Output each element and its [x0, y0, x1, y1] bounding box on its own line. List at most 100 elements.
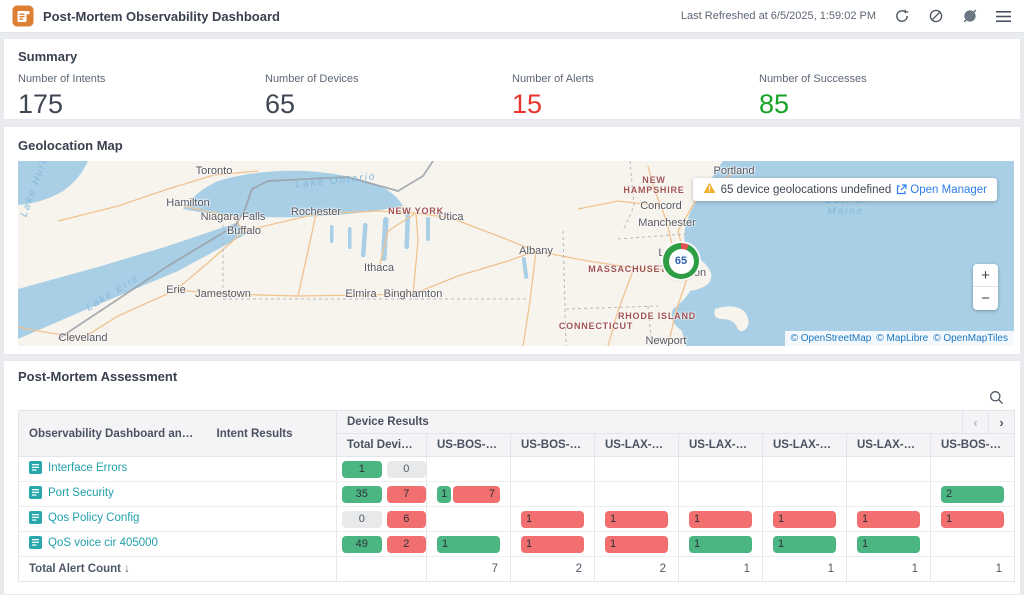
- metric-label: Number of Devices: [265, 73, 512, 85]
- summary-title: Summary: [18, 49, 1006, 64]
- top-bar: Post-Mortem Observability Dashboard Last…: [0, 0, 1024, 33]
- attribution-openmaptiles-link[interactable]: © OpenMapTiles: [933, 333, 1008, 344]
- geolocation-map-card: Geolocation Map: [3, 126, 1021, 355]
- map-city-label: Toronto: [196, 165, 233, 177]
- device-result-cell: [679, 457, 763, 482]
- map-city-label: Hamilton: [166, 197, 209, 209]
- attribution-maplibre-link[interactable]: © MapLibre: [876, 333, 928, 344]
- device-cluster-marker[interactable]: 65: [663, 243, 699, 279]
- report-icon: [12, 5, 34, 27]
- metric-label: Number of Successes: [759, 73, 1006, 85]
- total-alert-count-value: 2: [511, 557, 595, 582]
- open-manager-link[interactable]: Open Manager: [896, 184, 987, 196]
- metric-label: Number of Intents: [18, 73, 265, 85]
- map-city-label: Portland: [714, 165, 755, 177]
- device-result-cell: 1: [847, 532, 931, 557]
- column-header-device[interactable]: US-LAX-SW01: [847, 434, 931, 457]
- total-alert-count-label[interactable]: Total Alert Count ↓: [19, 557, 337, 582]
- device-result-cell: 1: [763, 507, 847, 532]
- total-alert-count-value: 1: [763, 557, 847, 582]
- device-result-cell: 1: [595, 532, 679, 557]
- summary-card: Summary Number of Intents 175 Number of …: [3, 38, 1021, 120]
- map-city-label: Erie: [166, 284, 186, 296]
- annotate-off-icon[interactable]: [961, 8, 978, 25]
- device-result-segment-red: 1: [941, 511, 1004, 528]
- table-row: QoS voice cir 405000 492 111111: [19, 532, 1015, 557]
- zoom-out-button[interactable]: −: [973, 287, 998, 310]
- intent-results-cell: [207, 532, 337, 557]
- map-state-label: NEW YORK: [388, 206, 444, 216]
- map-city-label: Ithaca: [364, 262, 394, 274]
- search-icon[interactable]: [986, 387, 1006, 407]
- dashboard-row-link[interactable]: QoS voice cir 405000: [29, 536, 158, 549]
- column-header-device[interactable]: US-LAX-R02: [595, 434, 679, 457]
- total-alert-count-value: 2: [595, 557, 679, 582]
- column-header-device[interactable]: US-BOS-SW3: [931, 434, 1015, 457]
- metric-intents: Number of Intents 175: [18, 73, 265, 119]
- zoom-in-button[interactable]: +: [973, 264, 998, 287]
- total-pill-red: 6: [387, 511, 427, 528]
- map-city-label: Buffalo: [227, 225, 261, 237]
- geolocation-warning-badge: 65 device geolocations undefined Open Ma…: [693, 178, 997, 201]
- metric-alerts: Number of Alerts 15: [512, 73, 759, 119]
- map-city-label: Cleveland: [59, 332, 108, 344]
- metric-label: Number of Alerts: [512, 73, 759, 85]
- device-result-cell: 1: [847, 507, 931, 532]
- pager-prev-icon[interactable]: ‹: [962, 411, 988, 433]
- device-result-cell: [595, 457, 679, 482]
- metric-value: 85: [759, 89, 1006, 119]
- map-zoom-control: + −: [973, 264, 998, 310]
- map-city-label: Elmira: [345, 288, 376, 300]
- metric-successes: Number of Successes 85: [759, 73, 1006, 119]
- device-result-segment-red: 7: [453, 486, 500, 503]
- column-header-dashboard[interactable]: Observability Dashboard and Dashboard Gr…: [19, 411, 207, 457]
- total-device-results-cell: 35 7: [337, 482, 427, 507]
- table-row: Qos Policy Config 06 111111: [19, 507, 1015, 532]
- device-column-pager: ‹ ›: [962, 411, 1014, 433]
- device-result-segment-red: 1: [521, 536, 584, 553]
- total-pill-red: 7: [387, 486, 427, 503]
- attribution-openstreetmap-link[interactable]: © OpenStreetMap: [791, 333, 872, 344]
- column-header-intent-results[interactable]: Intent Results: [207, 411, 337, 457]
- total-pill-green: 35: [342, 486, 382, 503]
- column-header-device[interactable]: US-LAX-R01: [763, 434, 847, 457]
- compass-off-icon[interactable]: [927, 8, 944, 25]
- column-header-total-device-results[interactable]: Total Device Results: [337, 434, 427, 457]
- warning-text: 65 device geolocations undefined: [721, 184, 892, 196]
- external-link-icon: [896, 184, 907, 195]
- device-result-segment-red: 1: [857, 511, 920, 528]
- device-result-segment-red: 1: [689, 511, 752, 528]
- device-result-cell: 1: [595, 507, 679, 532]
- map-canvas[interactable]: TorontoHamiltonNiagara FallsBuffaloRoche…: [18, 161, 1014, 346]
- dashboard-item-icon: [29, 461, 42, 474]
- device-result-cell: [511, 457, 595, 482]
- device-result-cell: 1: [931, 507, 1015, 532]
- group-header-device-results: Device Results ‹ ›: [337, 411, 1015, 434]
- device-result-cell: [511, 482, 595, 507]
- column-header-device[interactable]: US-BOS-SW4: [427, 434, 511, 457]
- intent-results-cell: [207, 457, 337, 482]
- device-result-cell: [763, 482, 847, 507]
- device-result-cell: [847, 482, 931, 507]
- table-row: Interface Errors 10: [19, 457, 1015, 482]
- column-header-device[interactable]: US-BOS-R2: [511, 434, 595, 457]
- device-result-cell: 1: [679, 532, 763, 557]
- device-result-cell: 17: [427, 482, 511, 507]
- assessment-title: Post-Mortem Assessment: [18, 369, 1006, 384]
- dashboard-row-link[interactable]: Interface Errors: [29, 461, 127, 474]
- total-alert-count-value: 1: [931, 557, 1015, 582]
- metric-value: 65: [265, 89, 512, 119]
- device-result-cell: 1: [679, 507, 763, 532]
- device-result-cell: 1: [427, 532, 511, 557]
- page-title: Post-Mortem Observability Dashboard: [43, 9, 280, 24]
- dashboard-row-link[interactable]: Port Security: [29, 486, 114, 499]
- intent-results-cell: [207, 482, 337, 507]
- menu-icon[interactable]: [995, 8, 1012, 25]
- column-header-device[interactable]: US-LAX-SW02: [679, 434, 763, 457]
- pager-next-icon[interactable]: ›: [988, 411, 1014, 433]
- dashboard-row-link[interactable]: Qos Policy Config: [29, 511, 139, 524]
- intent-results-cell: [207, 507, 337, 532]
- refresh-icon[interactable]: [893, 8, 910, 25]
- device-result-cell: [427, 457, 511, 482]
- total-alert-count-value: 1: [847, 557, 931, 582]
